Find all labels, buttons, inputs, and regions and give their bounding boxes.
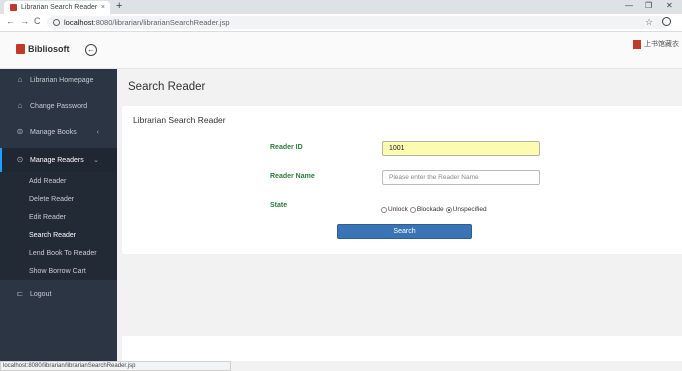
url-field[interactable]: localhost:8080/librarian/librarianSearch… (47, 16, 667, 29)
state-option-blockade[interactable]: Blockade (409, 206, 444, 213)
forward-arrow-icon[interactable]: → (20, 16, 29, 26)
page-title: Search Reader (128, 81, 206, 93)
card-title: Librarian Search Reader (133, 115, 226, 125)
site-info-icon[interactable] (53, 19, 60, 26)
tab-title: Librarian Search Reader (21, 4, 98, 11)
submenu-item-delete-reader[interactable]: Delete Reader (29, 196, 74, 203)
chevron-left-icon: ‹ (96, 128, 99, 136)
header-user-menu[interactable]: 上书馆藏衣 (633, 39, 679, 49)
search-button[interactable]: Search (337, 224, 472, 239)
header-right-text: 上书馆藏衣 (644, 41, 679, 48)
reader-name-label: Reader Name (270, 173, 315, 180)
sidebar-item-label: Manage Readers (30, 156, 84, 164)
maximize-icon[interactable]: ❐ (645, 1, 652, 10)
submenu-item-lend-book[interactable]: Lend Book To Reader (29, 250, 97, 257)
sidebar-item-manage-readers[interactable]: ⊙ Manage Readers ⌄ (0, 148, 117, 172)
submenu-item-search-reader[interactable]: Search Reader (29, 232, 76, 239)
sidebar-item-logout[interactable]: ⊏ Logout (0, 287, 117, 301)
state-label: State (270, 202, 288, 209)
app-header (0, 32, 682, 69)
submenu-item-edit-reader[interactable]: Edit Reader (29, 214, 66, 221)
radio-unspecified[interactable] (445, 206, 452, 213)
header-back-button[interactable]: ← (85, 44, 97, 56)
sidebar-item-librarian-homepage[interactable]: ⌂ Librarian Homepage (0, 73, 117, 87)
favicon-icon (10, 4, 17, 11)
profile-icon[interactable] (662, 17, 671, 26)
reader-circle-icon: ⊙ (16, 155, 24, 164)
bookmark-star-icon[interactable]: ☆ (645, 17, 653, 28)
url-path: :8080/librarian/librarianSearchReader.js… (93, 18, 230, 27)
radio-blockade[interactable] (409, 206, 416, 213)
back-arrow-icon[interactable]: ← (6, 16, 15, 26)
state-radio-group: Unlock Blockade Unspecified (381, 206, 489, 213)
content-footer-area (122, 336, 682, 361)
reader-id-input[interactable] (382, 141, 540, 156)
radio-unlock[interactable] (381, 206, 387, 213)
sidebar-item-manage-books[interactable]: ⊜ Manage Books ‹ (0, 125, 117, 139)
chevron-down-icon: ⌄ (93, 157, 99, 164)
submenu-item-add-reader[interactable]: Add Reader (29, 178, 66, 185)
new-tab-button[interactable]: + (116, 0, 122, 12)
radio-label-blockade: Blockade (416, 206, 444, 213)
sidebar-submenu (0, 172, 117, 280)
state-option-unlock[interactable]: Unlock (381, 206, 408, 213)
radio-label-unspecified: Unspecified (452, 206, 487, 213)
browser-tab[interactable]: Librarian Search Reader × (4, 1, 110, 14)
radio-label-unlock: Unlock (388, 206, 408, 213)
window-close-icon[interactable]: ✕ (666, 1, 673, 10)
sidebar-item-label: Librarian Homepage (30, 76, 94, 84)
reload-icon[interactable]: C (34, 16, 41, 26)
browser-status-bar: localhost:8080/librarian/librarianSearch… (0, 361, 231, 371)
sidebar-item-label: Manage Books (30, 128, 77, 136)
logo-text: Bibliosoft (28, 44, 70, 54)
home-icon: ⌂ (17, 101, 23, 110)
logout-icon: ⊏ (16, 289, 24, 298)
reader-id-label: Reader ID (270, 144, 303, 151)
minimize-icon[interactable]: — (625, 1, 633, 10)
sidebar-item-label: Logout (30, 290, 52, 298)
app-logo[interactable]: Bibliosoft (16, 44, 70, 54)
state-option-unspecified[interactable]: Unspecified (445, 206, 487, 213)
logo-book-icon (16, 44, 25, 54)
book-circle-icon: ⊜ (16, 127, 24, 136)
sidebar-item-change-password[interactable]: ⌂ Change Password (0, 99, 117, 113)
reader-name-input[interactable] (382, 170, 540, 185)
url-host: localhost (64, 18, 94, 27)
sidebar-item-label: Change Password (30, 102, 88, 110)
user-book-icon (633, 39, 641, 49)
submenu-item-show-borrow-cart[interactable]: Show Borrow Cart (29, 268, 86, 275)
home-icon: ⌂ (17, 75, 23, 84)
tab-close-icon[interactable]: × (101, 4, 105, 11)
